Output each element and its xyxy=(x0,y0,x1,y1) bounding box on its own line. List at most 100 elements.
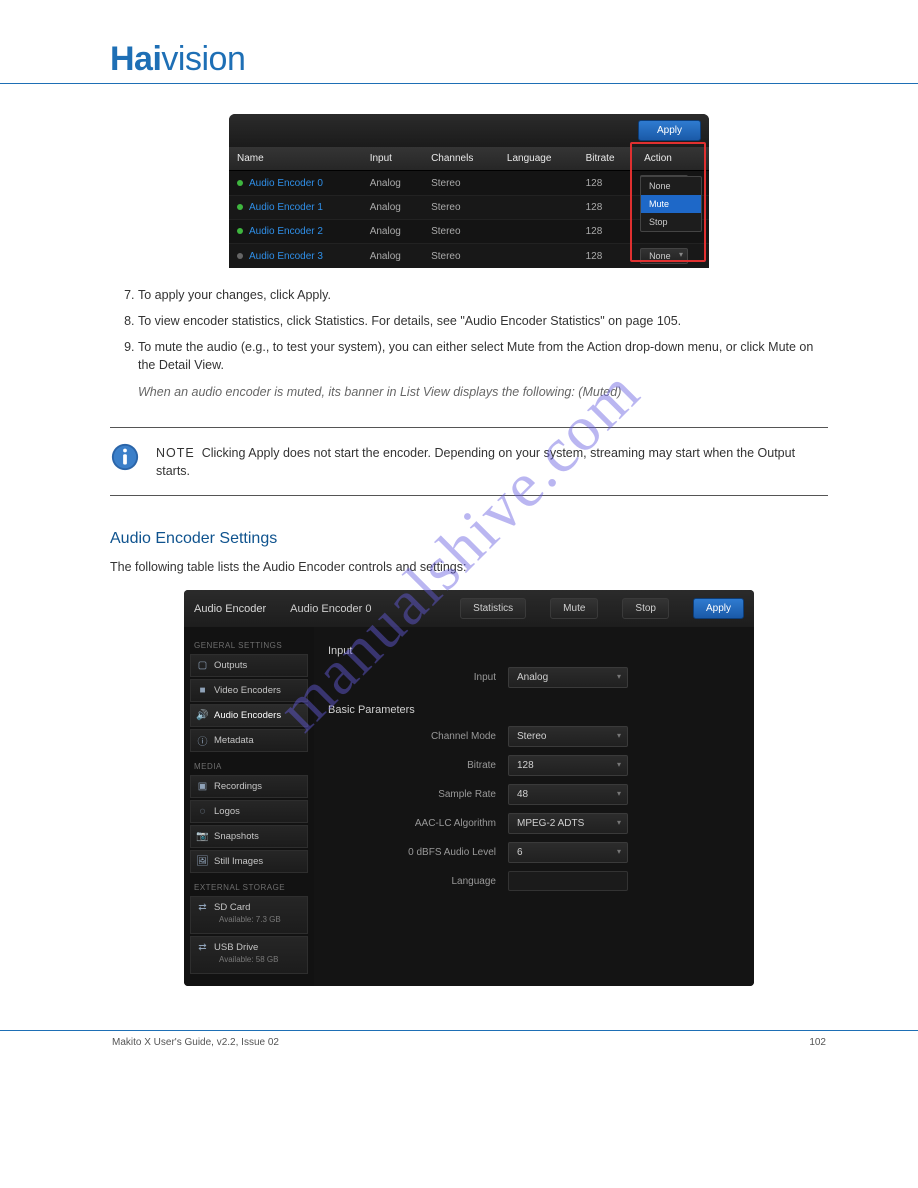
group-basic-head: Basic Parameters xyxy=(328,704,740,716)
apply-button[interactable]: Apply xyxy=(638,120,701,141)
page-number: 102 xyxy=(809,1037,826,1048)
status-dot-icon xyxy=(237,180,243,186)
dropdown-option-none[interactable]: None xyxy=(641,177,701,195)
statistics-button[interactable]: Statistics xyxy=(460,598,526,619)
status-dot-icon xyxy=(237,253,243,259)
select-channel-mode[interactable]: Stereo xyxy=(508,726,628,747)
select-sample-rate[interactable]: 48 xyxy=(508,784,628,805)
brand-logo: Haivision xyxy=(110,40,828,79)
status-dot-icon xyxy=(237,204,243,210)
step-8: To view encoder statistics, click Statis… xyxy=(138,312,828,330)
encoder-link[interactable]: Audio Encoder 0 xyxy=(249,178,323,189)
step-9: To mute the audio (e.g., to test your sy… xyxy=(138,338,828,374)
brand-part1: Hai xyxy=(110,40,161,78)
metadata-icon: ⓘ xyxy=(197,735,208,746)
encoder-list-screenshot: Apply Name Input Channels Language Bitra… xyxy=(229,114,709,268)
cell-language xyxy=(499,244,578,269)
group-input-head: Input xyxy=(328,645,740,657)
apply-button[interactable]: Apply xyxy=(693,598,744,619)
col-input: Input xyxy=(362,147,423,171)
breadcrumb-current: Audio Encoder 0 xyxy=(290,603,371,615)
sd-available: Available: 7.3 GB xyxy=(197,913,281,928)
select-audio-level[interactable]: 6 xyxy=(508,842,628,863)
section-intro: The following table lists the Audio Enco… xyxy=(110,558,828,576)
sidebar-item-usb-drive[interactable]: ⇄USB Drive Available: 58 GB xyxy=(190,936,308,974)
note-box: NOTE Clicking Apply does not start the e… xyxy=(110,427,828,497)
sidebar-item-outputs[interactable]: ▢Outputs xyxy=(190,654,308,677)
cell-channels: Stereo xyxy=(423,171,499,196)
cell-bitrate: 128 xyxy=(578,244,636,269)
footer-text: Makito X User's Guide, v2.2, Issue 02 xyxy=(112,1037,279,1048)
select-input[interactable]: Analog xyxy=(508,667,628,688)
action-dropdown[interactable]: None xyxy=(640,248,688,264)
mute-button[interactable]: Mute xyxy=(550,598,598,619)
still-images-icon: 🖼 xyxy=(197,856,208,867)
sidebar-item-metadata[interactable]: ⓘMetadata xyxy=(190,729,308,752)
col-name: Name xyxy=(229,147,362,171)
action-dropdown-menu[interactable]: None Mute Stop xyxy=(640,176,702,232)
breadcrumb-root[interactable]: Audio Encoder xyxy=(194,603,266,615)
cell-channels: Stereo xyxy=(423,220,499,244)
note-label: NOTE xyxy=(156,446,195,460)
sidebar-item-video-encoders[interactable]: ■Video Encoders xyxy=(190,679,308,702)
label-input: Input xyxy=(328,672,508,683)
dropdown-option-mute[interactable]: Mute xyxy=(641,195,701,213)
cell-bitrate: 128 xyxy=(578,196,636,220)
sidebar-header-external: EXTERNAL STORAGE xyxy=(190,875,308,896)
table-row[interactable]: Audio Encoder 1 Analog Stereo 128 xyxy=(229,196,709,220)
stop-button[interactable]: Stop xyxy=(622,598,669,619)
sidebar-item-snapshots[interactable]: 📷Snapshots xyxy=(190,825,308,848)
sidebar-item-still-images[interactable]: 🖼Still Images xyxy=(190,850,308,873)
section-heading: Audio Encoder Settings xyxy=(110,530,828,548)
recordings-icon: ▣ xyxy=(197,781,208,792)
input-language[interactable] xyxy=(508,871,628,891)
select-bitrate[interactable]: 128 xyxy=(508,755,628,776)
logos-icon: ◌ xyxy=(197,806,208,817)
sidebar-item-sd-card[interactable]: ⇄SD Card Available: 7.3 GB xyxy=(190,896,308,934)
table-row[interactable]: Audio Encoder 0 Analog Stereo 128 None xyxy=(229,171,709,196)
sidebar-item-logos[interactable]: ◌Logos xyxy=(190,800,308,823)
usb-icon: ⇄ xyxy=(197,942,208,953)
dropdown-option-stop[interactable]: Stop xyxy=(641,213,701,231)
detail-main: Input Input Analog Basic Parameters Chan… xyxy=(314,627,754,986)
step-7: To apply your changes, click Apply. xyxy=(138,286,828,304)
video-icon: ■ xyxy=(197,685,208,696)
table-row[interactable]: Audio Encoder 3 Analog Stereo 128 None xyxy=(229,244,709,269)
select-aac[interactable]: MPEG-2 ADTS xyxy=(508,813,628,834)
label-bitrate: Bitrate xyxy=(328,760,508,771)
step-9-sub: When an audio encoder is muted, its bann… xyxy=(138,383,828,401)
col-channels: Channels xyxy=(423,147,499,171)
info-icon xyxy=(110,442,140,472)
brand-part2: vision xyxy=(161,40,245,78)
outputs-icon: ▢ xyxy=(197,660,208,671)
cell-input: Analog xyxy=(362,220,423,244)
cell-bitrate: 128 xyxy=(578,220,636,244)
label-audio-level: 0 dBFS Audio Level xyxy=(328,847,508,858)
note-text: Clicking Apply does not start the encode… xyxy=(156,446,795,479)
label-channel-mode: Channel Mode xyxy=(328,731,508,742)
cell-language xyxy=(499,171,578,196)
cell-bitrate: 128 xyxy=(578,171,636,196)
encoder-link[interactable]: Audio Encoder 2 xyxy=(249,226,323,237)
col-action: Action xyxy=(636,147,709,171)
usb-available: Available: 58 GB xyxy=(197,953,278,968)
header-rule xyxy=(0,83,918,84)
encoder-link[interactable]: Audio Encoder 3 xyxy=(249,251,323,262)
encoder-link[interactable]: Audio Encoder 1 xyxy=(249,202,323,213)
label-sample-rate: Sample Rate xyxy=(328,789,508,800)
sd-card-icon: ⇄ xyxy=(197,902,208,913)
cell-channels: Stereo xyxy=(423,244,499,269)
cell-input: Analog xyxy=(362,171,423,196)
sidebar-header-general: GENERAL SETTINGS xyxy=(190,633,308,654)
sidebar: GENERAL SETTINGS ▢Outputs ■Video Encoder… xyxy=(184,627,314,986)
cell-language xyxy=(499,220,578,244)
snapshots-icon: 📷 xyxy=(197,831,208,842)
sidebar-item-audio-encoders[interactable]: 🔊Audio Encoders xyxy=(190,704,308,727)
label-language: Language xyxy=(328,876,508,887)
instruction-text: To apply your changes, click Apply. To v… xyxy=(110,286,828,401)
table-row[interactable]: Audio Encoder 2 Analog Stereo 128 xyxy=(229,220,709,244)
sidebar-header-media: MEDIA xyxy=(190,754,308,775)
col-bitrate: Bitrate xyxy=(578,147,636,171)
sidebar-item-recordings[interactable]: ▣Recordings xyxy=(190,775,308,798)
cell-channels: Stereo xyxy=(423,196,499,220)
